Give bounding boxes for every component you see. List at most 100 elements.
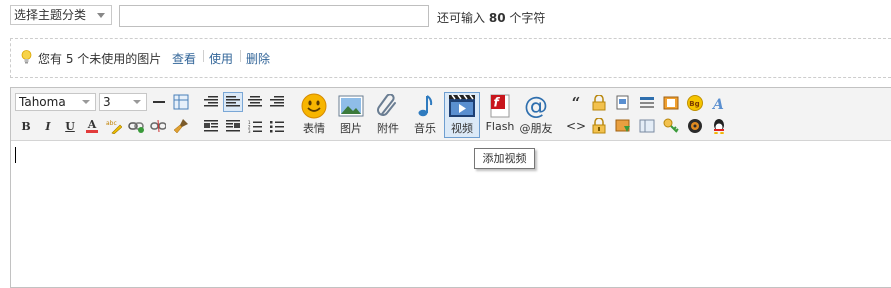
svg-text:3: 3 xyxy=(248,129,251,133)
highlighter-icon: abc xyxy=(106,120,122,134)
category-select[interactable]: 选择主题分类 xyxy=(10,5,112,25)
flash-label: Flash xyxy=(485,120,515,133)
unlink-button[interactable] xyxy=(149,117,167,135)
text-cursor xyxy=(15,147,16,163)
unlink-icon xyxy=(150,119,166,133)
use-link[interactable]: 使用 xyxy=(209,50,233,67)
tooltip: 添加视频 xyxy=(474,148,535,169)
flash-icon: f xyxy=(490,94,510,118)
page-break-button[interactable] xyxy=(614,94,632,112)
qq-icon xyxy=(714,119,724,134)
font-style-icon: A xyxy=(711,97,724,111)
align-right-button[interactable] xyxy=(202,93,220,111)
remove-format-button[interactable] xyxy=(172,117,190,135)
font-family-select[interactable]: Tahoma xyxy=(15,93,96,111)
qq-button[interactable] xyxy=(710,117,728,135)
color-swatch xyxy=(86,130,98,133)
align-left-button[interactable] xyxy=(223,92,243,112)
font-size-value: 3 xyxy=(103,95,111,109)
attachment-button[interactable]: 附件 xyxy=(371,93,405,137)
background-image-button[interactable]: Bg xyxy=(686,94,704,112)
hidden-content-button[interactable] xyxy=(590,117,608,135)
music-note-icon xyxy=(418,95,433,117)
unused-images-text: 您有 5 个未使用的图片 xyxy=(38,52,162,66)
flash-button[interactable]: f Flash xyxy=(483,93,517,137)
chevron-down-icon xyxy=(82,100,90,104)
float-right-icon xyxy=(226,120,240,132)
chevron-down-icon xyxy=(97,13,105,18)
align-right-icon xyxy=(204,96,218,107)
char-hint-prefix: 还可输入 xyxy=(437,11,486,25)
delete-link[interactable]: 删除 xyxy=(246,50,270,67)
image-button[interactable]: 图片 xyxy=(334,93,368,137)
svg-text:@: @ xyxy=(524,93,548,119)
emoji-label: 表情 xyxy=(303,122,325,135)
underline-button[interactable]: U xyxy=(61,117,79,135)
bg-icon: Bg xyxy=(687,95,703,111)
columns-button[interactable] xyxy=(638,117,656,135)
font-size-select[interactable]: 3 xyxy=(99,93,147,111)
chevron-down-icon xyxy=(133,100,141,104)
index-list-icon xyxy=(640,97,654,108)
char-hint-count: 80 xyxy=(488,11,506,25)
font-color-label: A xyxy=(87,118,97,131)
align-justify-button[interactable] xyxy=(268,93,286,111)
columns-icon xyxy=(639,119,655,133)
table-button[interactable] xyxy=(172,93,190,111)
key-icon xyxy=(663,118,679,133)
media-player-icon xyxy=(688,119,702,133)
lock-free-icon xyxy=(592,95,606,111)
download-image-button[interactable] xyxy=(614,117,632,135)
index-button[interactable] xyxy=(638,94,656,112)
italic-button[interactable]: I xyxy=(39,117,57,135)
bold-button[interactable]: B xyxy=(17,117,35,135)
italic-label: I xyxy=(45,119,51,133)
align-center-icon xyxy=(248,96,262,107)
underline-label: U xyxy=(65,119,75,133)
subject-input[interactable] xyxy=(119,5,429,27)
align-left-icon xyxy=(226,96,240,107)
font-style-button[interactable]: A xyxy=(710,94,728,112)
lightbulb-icon xyxy=(21,50,32,64)
attachment-label: 附件 xyxy=(377,122,399,135)
paperclip-icon xyxy=(377,94,396,116)
unordered-list-icon xyxy=(270,120,284,132)
font-family-value: Tahoma xyxy=(19,95,66,109)
char-hint-suffix: 个字符 xyxy=(509,11,546,25)
lock-icon xyxy=(592,118,606,134)
emoji-button[interactable]: 表情 xyxy=(297,93,331,137)
svg-text:abc: abc xyxy=(106,120,117,127)
image-icon xyxy=(338,95,364,117)
password-button[interactable] xyxy=(662,117,680,135)
code-button[interactable]: <> xyxy=(566,117,586,135)
link-icon xyxy=(128,122,144,133)
bold-label: B xyxy=(21,119,31,133)
svg-text:Bg: Bg xyxy=(689,100,699,108)
at-icon: @ xyxy=(524,93,548,119)
float-right-button[interactable] xyxy=(224,117,242,135)
horizontal-rule-button[interactable] xyxy=(150,93,168,111)
album-button[interactable] xyxy=(662,94,680,112)
horizontal-rule-icon xyxy=(153,101,165,103)
unordered-list-button[interactable] xyxy=(268,117,286,135)
music-label: 音乐 xyxy=(414,122,436,135)
table-icon xyxy=(173,94,189,110)
quote-label: “ xyxy=(571,94,581,112)
background-color-button[interactable]: abc xyxy=(105,117,123,135)
category-select-label: 选择主题分类 xyxy=(14,8,87,22)
font-color-button[interactable]: A xyxy=(83,117,101,135)
music-button[interactable]: 音乐 xyxy=(408,93,442,137)
view-link[interactable]: 查看 xyxy=(172,50,196,67)
video-button[interactable]: 视频 xyxy=(444,92,480,138)
float-left-icon xyxy=(204,120,218,132)
free-content-button[interactable] xyxy=(590,94,608,112)
ordered-list-button[interactable]: 123 xyxy=(246,117,264,135)
album-icon xyxy=(663,96,679,110)
align-center-button[interactable] xyxy=(246,93,264,111)
media-button[interactable] xyxy=(686,117,704,135)
insert-link-button[interactable] xyxy=(127,117,145,135)
quote-button[interactable]: “ xyxy=(567,94,585,112)
mention-friend-button[interactable]: @ @朋友 xyxy=(519,93,553,137)
image-download-icon xyxy=(615,119,630,132)
float-left-button[interactable] xyxy=(202,117,220,135)
